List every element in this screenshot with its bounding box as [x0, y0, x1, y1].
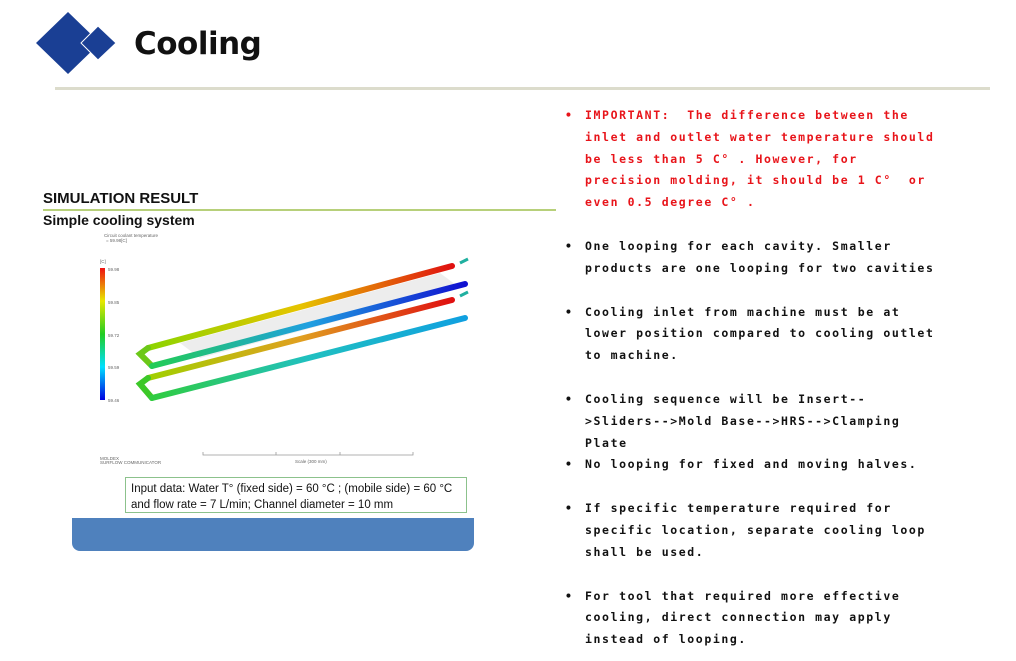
bullet-text-line: specific location, separate cooling loop	[585, 522, 926, 537]
scale-label: Scale (300 mm)	[295, 459, 327, 464]
bullet-item: • One looping for each cavity. Smaller pro…	[565, 236, 934, 280]
bullet-icon: •	[565, 588, 574, 603]
pipe	[149, 315, 468, 401]
bullet-icon: •	[565, 457, 574, 472]
bullet-text-line: Plate	[585, 435, 628, 450]
legend-tick: 59.46	[108, 398, 120, 403]
bullet-icon: •	[565, 391, 574, 406]
bullet-text-line: products are one looping for two cavitie…	[585, 260, 935, 275]
legend-subtitle: = 59.98[C]	[106, 238, 127, 243]
pipe	[149, 281, 468, 369]
bullet-icon: •	[565, 108, 574, 122]
simulation-subheading: Simple cooling system	[43, 212, 195, 228]
bullet-text-line: Cooling inlet from machine must be at	[585, 304, 901, 319]
bullet-text-line: be less than 5 C° . However, for	[585, 151, 858, 166]
input-data-line: Input data: Water T° (fixed side) = 60 °…	[131, 483, 453, 495]
legend-tick: 59.72	[108, 333, 120, 338]
bullet-text-line: precision molding, it should be 1 C° or	[585, 173, 926, 188]
bullet-list: • IMPORTANT: The difference between the in…	[565, 105, 934, 651]
bullet-text-line: shall be used.	[585, 544, 705, 559]
bullet-icon: •	[565, 304, 574, 319]
bullet-text-line: inlet and outlet water temperature shoul…	[585, 129, 935, 144]
bullet-text-line: to machine.	[585, 348, 679, 363]
input-data-box: Input data: Water T° (fixed side) = 60 °…	[125, 477, 467, 513]
bullet-text-line: IMPORTANT: The difference between the	[585, 108, 909, 122]
bullet-item: • Cooling inlet from machine must be at lo…	[565, 302, 934, 367]
logo-diamonds-icon	[36, 12, 117, 74]
bullet-icon: •	[565, 501, 574, 516]
bullet-text-line: For tool that required more effective	[585, 588, 901, 603]
page-title: Cooling	[134, 26, 262, 62]
color-legend-bar	[100, 268, 105, 400]
bullet-text-line: instead of looping.	[585, 632, 747, 647]
scale-bar	[202, 452, 414, 456]
decorative-blue-bar	[72, 518, 474, 551]
inlet-arrow-icon	[459, 257, 469, 298]
bullet-text-line: cooling, direct connection may apply	[585, 610, 892, 625]
bullet-item: • IMPORTANT: The difference between the in…	[565, 105, 934, 214]
bullet-item: • If specific temperature required for spe…	[565, 498, 934, 563]
legend-tick: 59.98	[108, 267, 120, 272]
bullet-text-line: >Sliders-->Mold Base-->HRS-->Clamping	[585, 413, 901, 428]
bullet-item: • Cooling sequence will be Insert-- >Slide…	[565, 389, 934, 454]
bullet-item: • For tool that required more effective co…	[565, 586, 934, 651]
simulation-divider	[43, 209, 556, 211]
watermark: SURFLOW COMMUNICATOR	[100, 460, 162, 465]
bullet-text-line: No looping for fixed and moving halves.	[585, 457, 918, 472]
title-divider	[55, 87, 990, 90]
input-data-line: and flow rate = 7 L/min; Channel diamete…	[131, 499, 394, 511]
bullet-text-line: One looping for each cavity. Smaller	[585, 238, 892, 253]
bullet-text-line: lower position compared to cooling outle…	[585, 326, 935, 341]
bullet-text-line: even 0.5 degree C° .	[585, 195, 756, 210]
cooling-simulation-image: Circuit coolant temperature = 59.98[C] […	[100, 233, 469, 465]
bullet-icon: •	[565, 238, 574, 253]
legend-unit: [C]	[100, 259, 106, 264]
simulation-heading: SIMULATION RESULT	[43, 190, 199, 207]
legend-tick: 59.85	[108, 300, 120, 305]
bullet-text-line: Cooling sequence will be Insert--	[585, 391, 867, 406]
legend-tick: 59.59	[108, 365, 120, 370]
bullet-item: • No looping for fixed and moving halves.	[565, 454, 934, 476]
bullet-text-line: If specific temperature required for	[585, 501, 892, 516]
